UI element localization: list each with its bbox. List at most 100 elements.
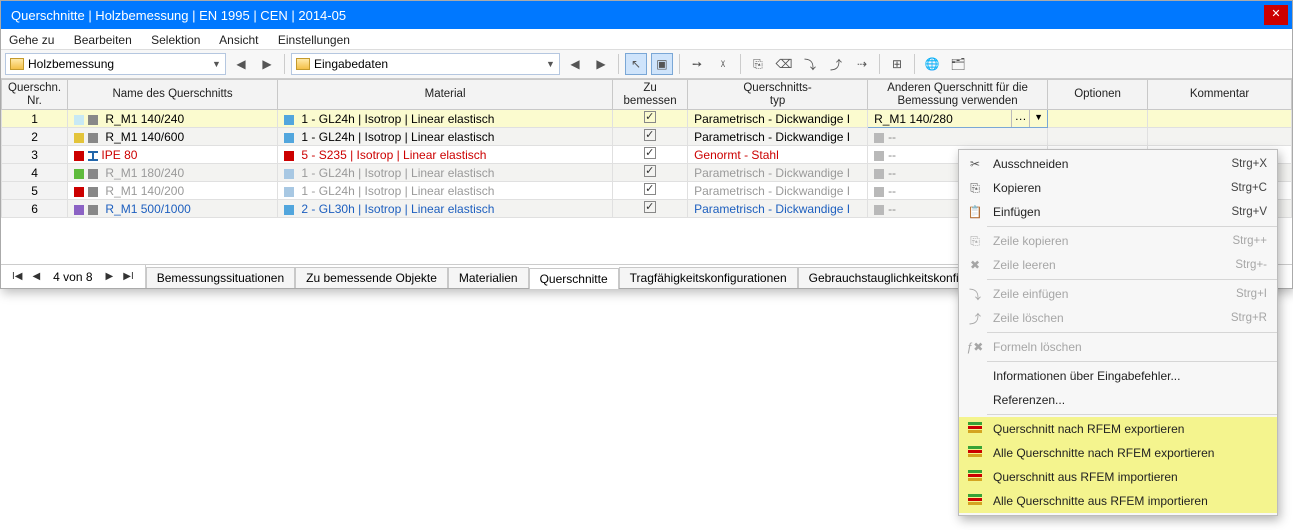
cell-material[interactable]: 1 - GL24h | Isotrop | Linear elastisch: [278, 164, 613, 182]
cell-name[interactable]: R_M1 500/1000: [68, 200, 278, 218]
cell-options[interactable]: [1048, 128, 1148, 146]
table-row[interactable]: 1 R_M1 140/240 1 - GL24h | Isotrop | Lin…: [2, 110, 1292, 128]
cell-to-design[interactable]: [613, 110, 688, 128]
ctx-row-insert[interactable]: ⤵Zeile einfügenStrg+I: [959, 282, 1277, 306]
header-nr[interactable]: Querschn. Nr.: [2, 80, 68, 110]
addon-selector-label: Holzbemessung: [28, 57, 114, 71]
cell-to-design[interactable]: [613, 164, 688, 182]
tool-1-button[interactable]: ➙: [686, 53, 708, 75]
cell-section-type[interactable]: Genormt - Stahl: [688, 146, 868, 164]
tab-uls-config[interactable]: Tragfähigkeitskonfigurationen: [619, 267, 798, 288]
header-material[interactable]: Material: [278, 80, 613, 110]
row-number[interactable]: 6: [2, 200, 68, 218]
row-insert-button[interactable]: ⤵: [799, 53, 821, 75]
menu-edit[interactable]: Bearbeiten: [74, 33, 132, 47]
nav-last-button[interactable]: ▶I: [120, 269, 136, 284]
ctx-delete-formulas[interactable]: ƒ✖Formeln löschen: [959, 335, 1277, 359]
globe-button[interactable]: 🌐: [921, 53, 943, 75]
header-name[interactable]: Name des Querschnitts: [68, 80, 278, 110]
nav-next-view-button[interactable]: ▶: [590, 53, 612, 75]
select-view-button[interactable]: ▣: [651, 53, 673, 75]
cell-section-type[interactable]: Parametrisch - Dickwandige I: [688, 182, 868, 200]
cell-comment[interactable]: [1148, 128, 1292, 146]
cell-to-design[interactable]: [613, 146, 688, 164]
checkbox-icon: [644, 201, 656, 213]
cell-options[interactable]: [1048, 110, 1148, 128]
cell-material[interactable]: 1 - GL24h | Isotrop | Linear elastisch: [278, 128, 613, 146]
cell-material[interactable]: 2 - GL30h | Isotrop | Linear elastisch: [278, 200, 613, 218]
details-button[interactable]: …: [1011, 110, 1029, 127]
header-section-type[interactable]: Querschnitts- typ: [688, 80, 868, 110]
row-number[interactable]: 5: [2, 182, 68, 200]
menu-settings[interactable]: Einstellungen: [278, 33, 350, 47]
cell-section-type[interactable]: Parametrisch - Dickwandige I: [688, 128, 868, 146]
addon-selector[interactable]: Holzbemessung ▼: [5, 53, 226, 75]
cell-name[interactable]: R_M1 140/200: [68, 182, 278, 200]
cell-material[interactable]: 1 - GL24h | Isotrop | Linear elastisch: [278, 182, 613, 200]
cell-other-section[interactable]: --: [868, 128, 1048, 146]
header-to-design[interactable]: Zu bemessen: [613, 80, 688, 110]
checkbox-icon: [644, 111, 656, 123]
ctx-error-info[interactable]: Informationen über Eingabefehler...: [959, 364, 1277, 388]
ctx-cut[interactable]: ✂AusschneidenStrg+X: [959, 152, 1277, 176]
close-button[interactable]: ✕: [1264, 5, 1288, 25]
props-button[interactable]: 🗂: [947, 53, 969, 75]
ctx-import-section[interactable]: Querschnitt aus RFEM importieren: [959, 465, 1277, 489]
nav-prev-button[interactable]: ◀: [29, 269, 43, 284]
cell-name[interactable]: R_M1 180/240: [68, 164, 278, 182]
row-delete-button[interactable]: ⤴: [825, 53, 847, 75]
cell-name[interactable]: R_M1 140/240: [68, 110, 278, 128]
row-clear-button[interactable]: ⌫: [773, 53, 795, 75]
nav-prev-addon-button[interactable]: ◀: [230, 53, 252, 75]
header-options[interactable]: Optionen: [1048, 80, 1148, 110]
checkbox-icon: [644, 165, 656, 177]
table-row[interactable]: 2 R_M1 140/600 1 - GL24h | Isotrop | Lin…: [2, 128, 1292, 146]
cell-name[interactable]: R_M1 140/600: [68, 128, 278, 146]
dropdown-button[interactable]: ▼: [1029, 110, 1047, 127]
tab-cross-sections[interactable]: Querschnitte: [529, 268, 619, 289]
menu-selection[interactable]: Selektion: [151, 33, 200, 47]
header-comment[interactable]: Kommentar: [1148, 80, 1292, 110]
menu-goto[interactable]: Gehe zu: [9, 33, 54, 47]
cell-material[interactable]: 5 - S235 | Isotrop | Linear elastisch: [278, 146, 613, 164]
ctx-row-delete[interactable]: ⤴Zeile löschenStrg+R: [959, 306, 1277, 330]
nav-prev-view-button[interactable]: ◀: [564, 53, 586, 75]
ibeam-icon: [88, 151, 98, 161]
select-object-button[interactable]: ↖: [625, 53, 647, 75]
cell-section-type[interactable]: Parametrisch - Dickwandige I: [688, 164, 868, 182]
nav-next-button[interactable]: ▶: [103, 269, 117, 284]
ctx-copy[interactable]: ⎘KopierenStrg+C: [959, 176, 1277, 200]
ctx-paste[interactable]: 📋EinfügenStrg+V: [959, 200, 1277, 224]
cell-other-section[interactable]: R_M1 140/280…▼: [868, 110, 1048, 128]
row-action-button[interactable]: ⇢: [851, 53, 873, 75]
cell-section-type[interactable]: Parametrisch - Dickwandige I: [688, 200, 868, 218]
cell-material[interactable]: 1 - GL24h | Isotrop | Linear elastisch: [278, 110, 613, 128]
row-number[interactable]: 1: [2, 110, 68, 128]
tab-materials[interactable]: Materialien: [448, 267, 529, 288]
export-excel-button[interactable]: ⊞: [886, 53, 908, 75]
row-copy-button[interactable]: ⎘: [747, 53, 769, 75]
tab-design-situations[interactable]: Bemessungssituationen: [146, 267, 295, 288]
cell-comment[interactable]: [1148, 110, 1292, 128]
ctx-row-copy[interactable]: ⎘Zeile kopierenStrg++: [959, 229, 1277, 253]
ctx-row-clear[interactable]: ✖Zeile leerenStrg+-: [959, 253, 1277, 277]
cell-section-type[interactable]: Parametrisch - Dickwandige I: [688, 110, 868, 128]
tab-objects[interactable]: Zu bemessende Objekte: [295, 267, 448, 288]
row-number[interactable]: 4: [2, 164, 68, 182]
ctx-export-section[interactable]: Querschnitt nach RFEM exportieren: [959, 417, 1277, 441]
nav-first-button[interactable]: I◀: [9, 269, 25, 284]
row-number[interactable]: 3: [2, 146, 68, 164]
cell-to-design[interactable]: [613, 182, 688, 200]
cell-to-design[interactable]: [613, 128, 688, 146]
view-selector[interactable]: Eingabedaten ▼: [291, 53, 560, 75]
tool-2-button[interactable]: ᵡ: [712, 53, 734, 75]
menu-view[interactable]: Ansicht: [219, 33, 258, 47]
ctx-references[interactable]: Referenzen...: [959, 388, 1277, 412]
ctx-export-all-sections[interactable]: Alle Querschnitte nach RFEM exportieren: [959, 441, 1277, 465]
row-number[interactable]: 2: [2, 128, 68, 146]
ctx-import-all-sections[interactable]: Alle Querschnitte aus RFEM importieren: [959, 489, 1277, 513]
cell-name[interactable]: IPE 80: [68, 146, 278, 164]
cell-to-design[interactable]: [613, 200, 688, 218]
header-other-section[interactable]: Anderen Querschnitt für die Bemessung ve…: [868, 80, 1048, 110]
nav-next-addon-button[interactable]: ▶: [256, 53, 278, 75]
